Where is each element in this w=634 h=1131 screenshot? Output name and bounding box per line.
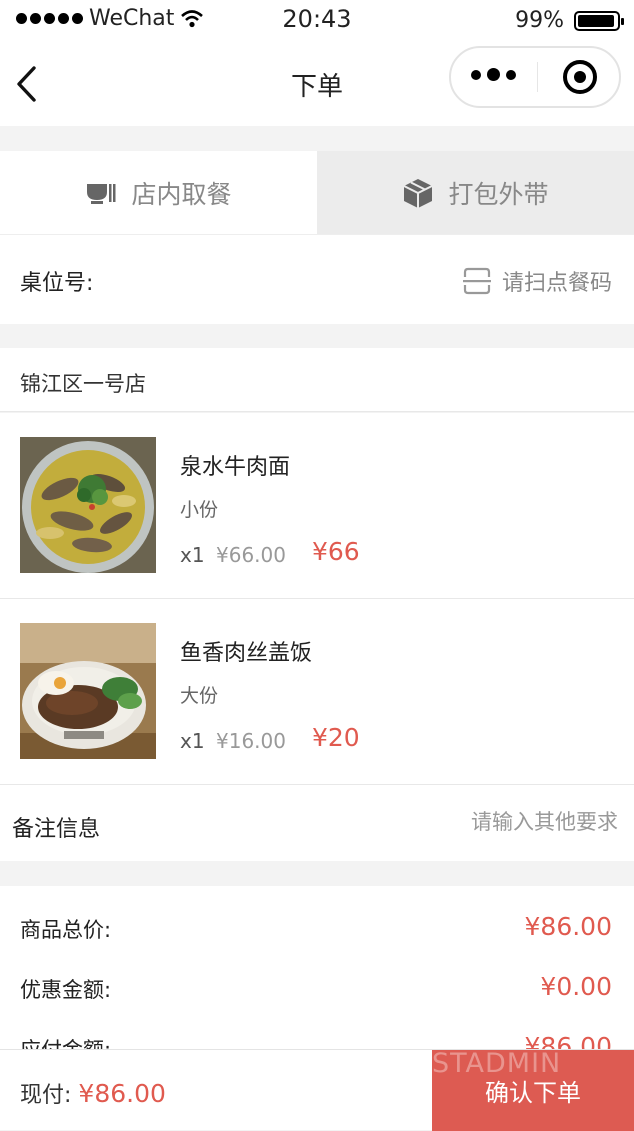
product-quantity: x1 xyxy=(180,729,205,753)
pay-amount: ¥86.00 xyxy=(78,1079,166,1108)
nav-bar: 下单 xyxy=(0,40,634,126)
remark-input[interactable] xyxy=(356,809,620,835)
tab-label: 店内取餐 xyxy=(131,179,232,209)
capsule-divider xyxy=(537,62,538,92)
product-image xyxy=(20,437,156,573)
product-image xyxy=(20,623,156,759)
scan-icon xyxy=(462,267,491,295)
pay-now: 现付: ¥86.00 xyxy=(20,1077,166,1109)
product-price: ¥20 xyxy=(312,723,360,752)
summary-label: 商品总价: xyxy=(20,918,112,942)
table-number-row: 桌位号: 请扫点餐码 xyxy=(0,234,634,324)
summary-value: ¥86.00 xyxy=(524,912,612,941)
status-bar: WeChat 20:43 99% xyxy=(0,0,634,40)
battery-percent: 99% xyxy=(515,8,564,33)
list-item[interactable]: 鱼香肉丝盖饭 大份 x1 ¥16.00 ¥20 xyxy=(0,599,634,785)
product-price: ¥66 xyxy=(312,537,360,566)
remark-row: 备注信息 xyxy=(0,785,634,861)
summary-row-discount: 优惠金额: ¥0.00 xyxy=(20,972,612,1014)
product-name: 泉水牛肉面 xyxy=(180,455,291,480)
watermark: STADMIN xyxy=(432,1048,562,1079)
tab-takeaway[interactable]: 打包外带 xyxy=(317,151,634,234)
original-price: ¥16.00 xyxy=(216,729,286,753)
box-icon xyxy=(404,178,433,208)
product-spec: 大份 xyxy=(180,685,219,707)
remark-label: 备注信息 xyxy=(12,817,101,842)
battery-icon xyxy=(574,10,624,31)
scan-label: 请扫点餐码 xyxy=(501,271,612,296)
order-type-tabs: 店内取餐 打包外带 xyxy=(0,151,634,234)
summary-row-total: 商品总价: ¥86.00 xyxy=(20,912,612,954)
store-name: 锦江区一号店 xyxy=(20,372,146,396)
product-name: 鱼香肉丝盖饭 xyxy=(180,641,313,666)
store-row: 锦江区一号店 xyxy=(0,348,634,412)
table-number-label: 桌位号: xyxy=(20,271,94,296)
close-mini-program-icon[interactable] xyxy=(563,60,597,94)
original-price: ¥66.00 xyxy=(216,543,286,567)
summary-label: 优惠金额: xyxy=(20,978,112,1002)
more-icon[interactable] xyxy=(471,68,516,81)
tab-dine-in[interactable]: 店内取餐 xyxy=(0,151,317,234)
scan-code-button[interactable]: 请扫点餐码 xyxy=(462,265,612,297)
bowl-icon xyxy=(87,183,116,204)
pay-label: 现付: xyxy=(20,1083,72,1108)
tab-label: 打包外带 xyxy=(448,179,549,209)
summary-value: ¥0.00 xyxy=(540,972,612,1001)
mini-program-capsule xyxy=(449,46,621,108)
product-spec: 小份 xyxy=(180,499,219,521)
checkout-bar: 现付: ¥86.00 确认下单 STADMIN xyxy=(0,1048,634,1131)
product-quantity: x1 xyxy=(180,543,205,567)
list-item[interactable]: 泉水牛肉面 小份 x1 ¥66.00 ¥66 xyxy=(0,413,634,599)
battery-status: 99% xyxy=(515,8,624,33)
